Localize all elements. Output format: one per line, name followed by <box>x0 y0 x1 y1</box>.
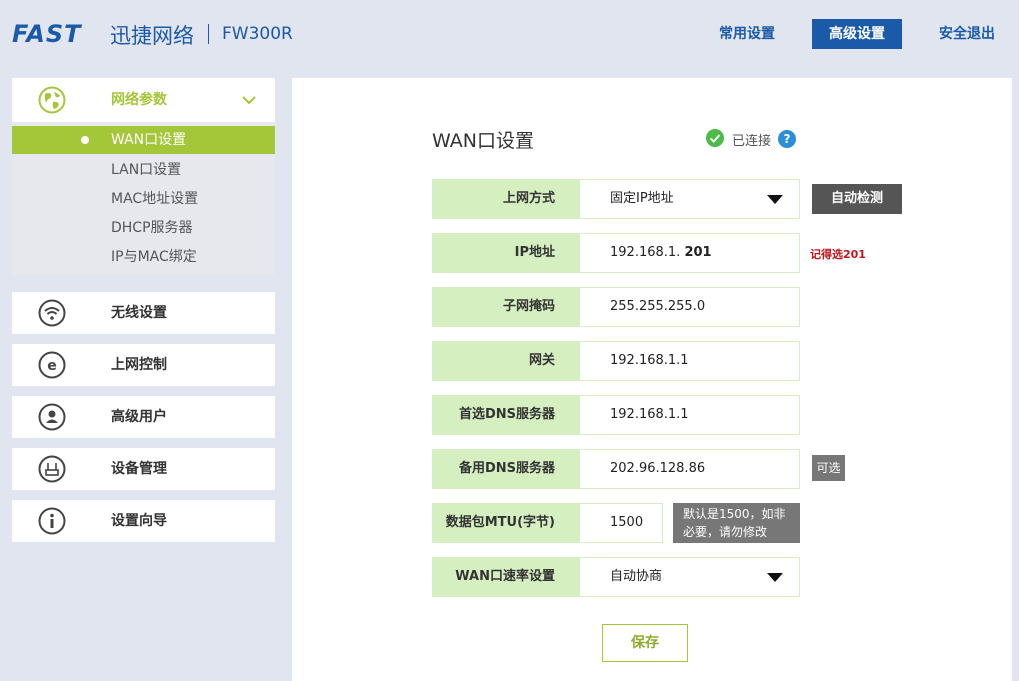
globe-icon <box>38 86 66 114</box>
connection-type-select[interactable]: 固定IP地址 <box>579 179 800 219</box>
mtu-input[interactable]: 1500 <box>579 503 663 543</box>
ip-annotation: 记得选201 <box>810 248 866 261</box>
sidebar-item-advanced-user[interactable]: 高级用户 <box>12 396 275 438</box>
sidebar-subitem-mac[interactable]: MAC地址设置 <box>12 185 275 213</box>
sidebar-item-wireless[interactable]: 无线设置 <box>12 292 275 334</box>
field-label: 备用DNS服务器 <box>432 449 579 489</box>
sidebar-subitem-ipmac[interactable]: IP与MAC绑定 <box>12 243 275 271</box>
field-label: IP地址 <box>432 233 579 273</box>
optional-badge: 可选 <box>812 455 845 481</box>
sidebar-item-label: 设备管理 <box>111 461 167 477</box>
field-label: 子网掩码 <box>432 287 579 327</box>
select-value: 固定IP地址 <box>610 191 674 206</box>
sidebar-item-label: 网络参数 <box>111 92 167 108</box>
brand-name: 迅捷网络 <box>110 24 194 48</box>
info-icon <box>38 507 66 535</box>
mtu-hint: 默认是1500，如非必要，请勿修改 <box>673 503 800 543</box>
subnet-mask-input[interactable]: 255.255.255.0 <box>579 287 800 327</box>
sidebar-item-label: 无线设置 <box>111 305 167 321</box>
field-label: 上网方式 <box>432 179 579 219</box>
field-label: WAN口速率设置 <box>432 557 579 597</box>
auto-detect-button[interactable]: 自动检测 <box>812 184 902 214</box>
nav-advanced-settings[interactable]: 高级设置 <box>812 19 902 49</box>
wan-speed-select[interactable]: 自动协商 <box>579 557 800 597</box>
check-circle-icon <box>706 129 724 147</box>
sidebar-item-label: 高级用户 <box>111 409 167 425</box>
sidebar-item-access-control[interactable]: e 上网控制 <box>12 344 275 386</box>
sidebar-item-device-management[interactable]: 设备管理 <box>12 448 275 490</box>
chevron-down-icon <box>242 96 256 105</box>
primary-dns-input[interactable]: 192.168.1.1 <box>579 395 800 435</box>
sidebar-item-setup-wizard[interactable]: 设置向导 <box>12 500 275 542</box>
nav-common-settings[interactable]: 常用设置 <box>712 19 782 49</box>
save-button[interactable]: 保存 <box>602 624 688 662</box>
dropdown-arrow-icon <box>767 573 783 582</box>
sidebar-submenu: WAN口设置 LAN口设置 MAC地址设置 DHCP服务器 IP与MAC绑定 <box>12 122 275 274</box>
top-header: FAST 迅捷网络 FW300R 常用设置 高级设置 安全退出 <box>0 0 1019 70</box>
status-text: 已连接 <box>732 134 772 149</box>
sidebar-subitem-lan[interactable]: LAN口设置 <box>12 156 275 184</box>
fast-logo: FAST <box>12 20 82 48</box>
dropdown-arrow-icon <box>767 195 783 204</box>
sidebar-subitem-dhcp[interactable]: DHCP服务器 <box>12 214 275 242</box>
secondary-dns-input[interactable]: 202.96.128.86 <box>579 449 800 489</box>
wifi-icon <box>38 299 66 327</box>
sidebar-item-network[interactable]: 网络参数 <box>12 78 275 122</box>
ip-suffix: 201 <box>684 245 712 260</box>
field-label: 首选DNS服务器 <box>432 395 579 435</box>
sidebar-item-label: 上网控制 <box>111 357 167 373</box>
field-label: 数据包MTU(字节) <box>432 503 579 543</box>
select-value: 自动协商 <box>610 569 663 584</box>
nav-logout[interactable]: 安全退出 <box>932 19 1002 49</box>
sidebar-subitem-label: WAN口设置 <box>111 132 187 148</box>
sidebar-item-label: 设置向导 <box>111 513 167 529</box>
gateway-input[interactable]: 192.168.1.1 <box>579 341 800 381</box>
ip-address-input[interactable]: 192.168.1. 201 <box>579 233 800 273</box>
main-panel: WAN口设置 已连接 ? 上网方式 固定IP地址 自动检测 IP地址 192.1… <box>292 78 1012 681</box>
internet-e-icon: e <box>38 351 66 379</box>
svg-text:e: e <box>47 358 57 374</box>
active-dot-icon <box>81 136 89 144</box>
brand-divider <box>208 24 209 44</box>
ip-prefix: 192.168.1. <box>610 245 685 260</box>
page-title: WAN口设置 <box>432 130 534 152</box>
field-label: 网关 <box>432 341 579 381</box>
model-name: FW300R <box>222 24 293 44</box>
user-icon <box>38 403 66 431</box>
router-icon <box>38 455 66 483</box>
sidebar-subitem-wan[interactable]: WAN口设置 <box>12 126 275 154</box>
help-icon[interactable]: ? <box>778 130 796 148</box>
